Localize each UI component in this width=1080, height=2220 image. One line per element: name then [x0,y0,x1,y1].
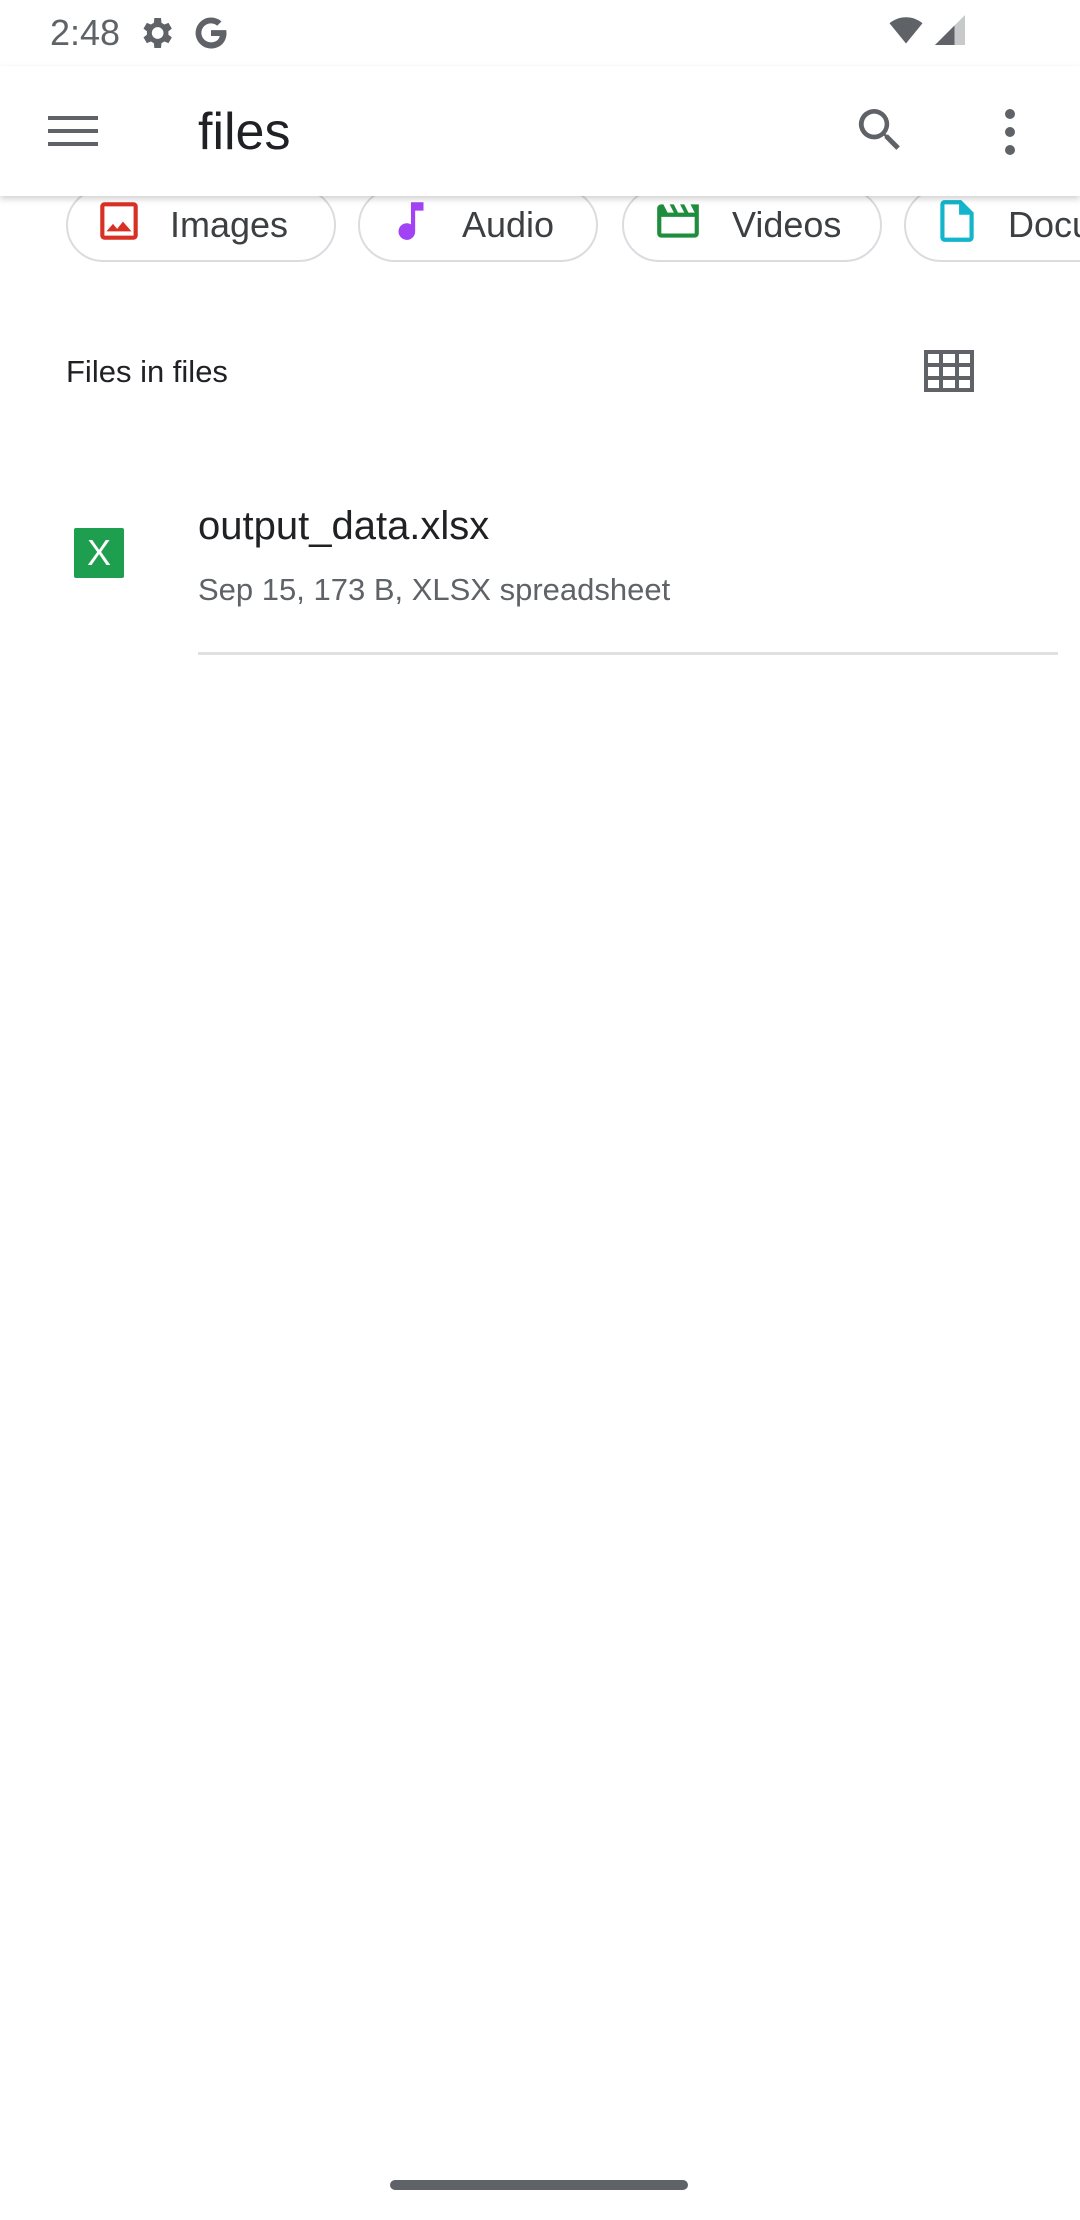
menu-icon[interactable] [46,106,106,156]
app-bar: files [0,66,1080,196]
grid-view-icon[interactable] [924,350,974,392]
spreadsheet-file-icon: X [74,528,124,578]
chip-audio[interactable]: Audio [358,196,598,262]
search-icon[interactable] [852,102,908,158]
divider [198,652,1058,655]
chip-label: Images [170,204,289,245]
movie-icon [650,196,706,255]
google-g-icon [192,14,230,52]
image-icon [94,196,144,255]
chip-images[interactable]: Images [66,196,336,262]
chip-label: Audio [462,204,555,245]
status-time: 2:48 [50,12,121,53]
chip-label: Documents [1008,204,1080,245]
file-row[interactable]: X output_data.xlsx Sep 15, 173 B, XLSX s… [0,480,1080,656]
file-meta: Sep 15, 173 B, XLSX spreadsheet [198,572,671,607]
home-indicator[interactable] [390,2180,688,2190]
wifi-icon [886,12,926,57]
music-note-icon [386,196,436,255]
signal-icon [932,12,968,57]
page-title: files [198,103,291,161]
category-chips: Images Audio Videos Documents [0,196,1080,268]
file-name: output_data.xlsx [198,504,490,548]
document-icon [932,196,982,257]
chip-label: Videos [732,204,842,245]
more-vert-icon[interactable] [990,102,1030,162]
section-title: Files in files [66,354,228,389]
chip-documents[interactable]: Documents [904,196,1080,262]
status-bar: 2:48 [0,0,1080,66]
settings-gear-icon [136,13,176,53]
chip-videos[interactable]: Videos [622,196,882,262]
